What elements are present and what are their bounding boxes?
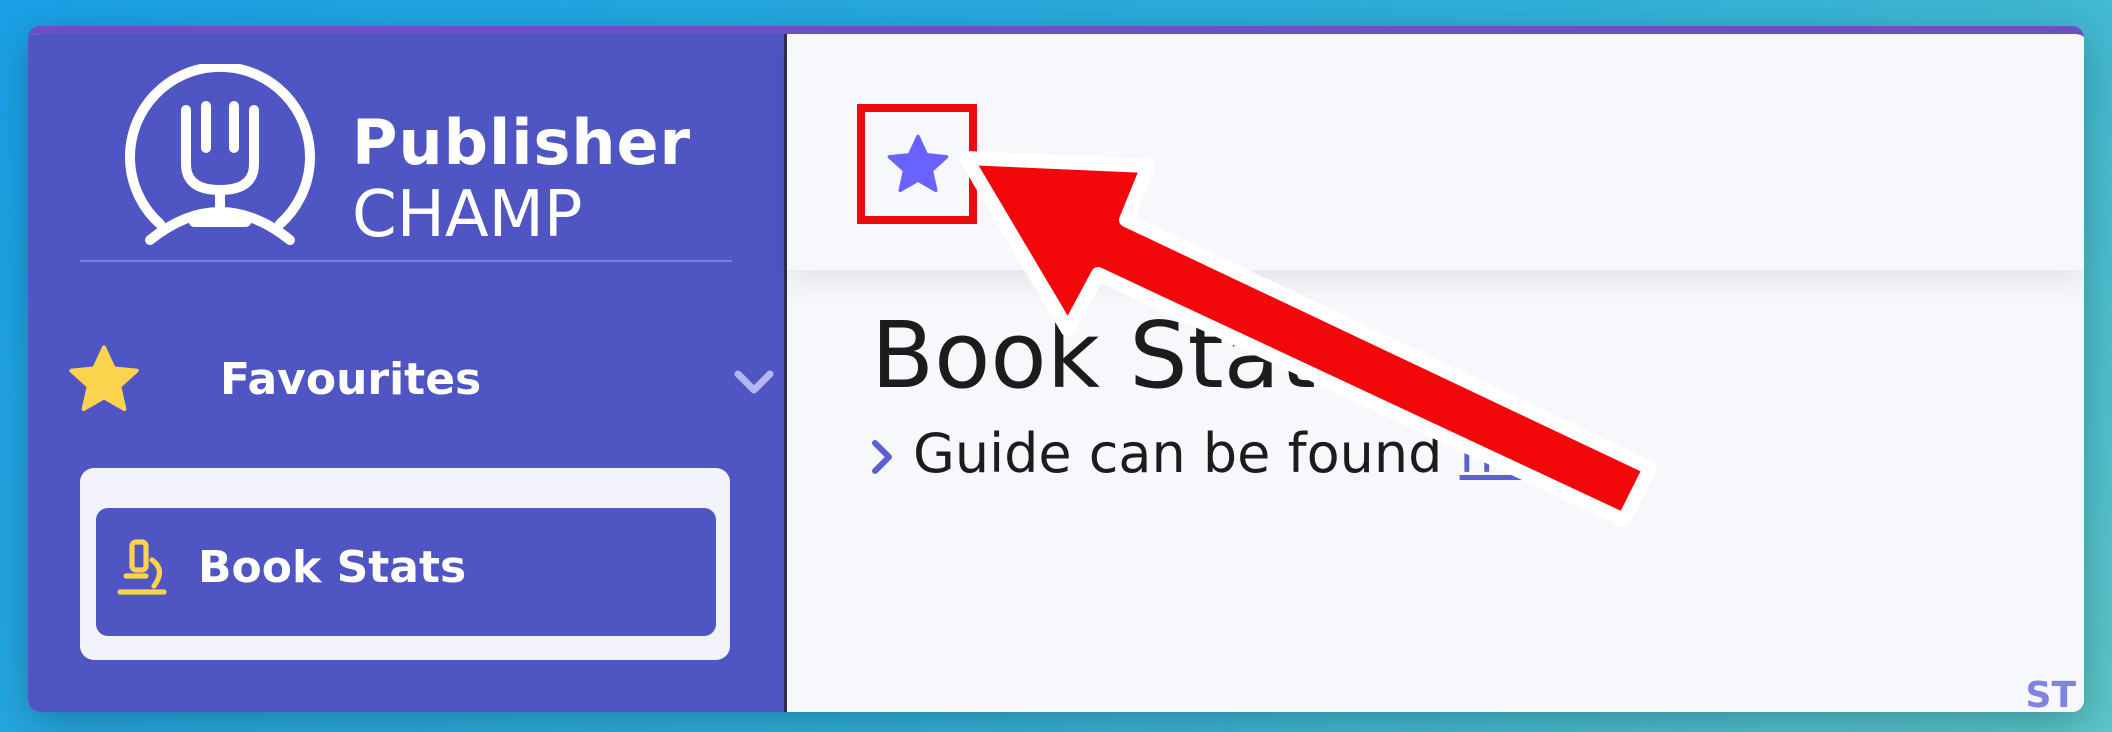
chevron-down-icon[interactable] [732, 368, 776, 398]
favourites-label: Favourites [220, 354, 482, 405]
plug-logo-icon [125, 64, 315, 245]
sidebar-item-label: Book Stats [198, 542, 467, 593]
corner-label: ST [2025, 675, 2076, 712]
logo[interactable]: Publisher CHAMP [120, 64, 690, 264]
sidebar-item-book-stats[interactable]: Book Stats [96, 508, 716, 636]
sidebar: Publisher CHAMP Favourites Book Stats [28, 34, 787, 712]
favourites-section-toggle[interactable]: Favourites [64, 334, 776, 414]
logo-title: Publisher [352, 106, 692, 179]
annotation-arrow [959, 151, 1657, 527]
star-icon [69, 345, 139, 411]
logo-subtitle: CHAMP [352, 178, 583, 252]
microscope-icon [117, 539, 167, 595]
sidebar-divider [80, 260, 732, 262]
chevron-right-icon [872, 440, 892, 475]
annotation-highlight-box [857, 104, 977, 224]
